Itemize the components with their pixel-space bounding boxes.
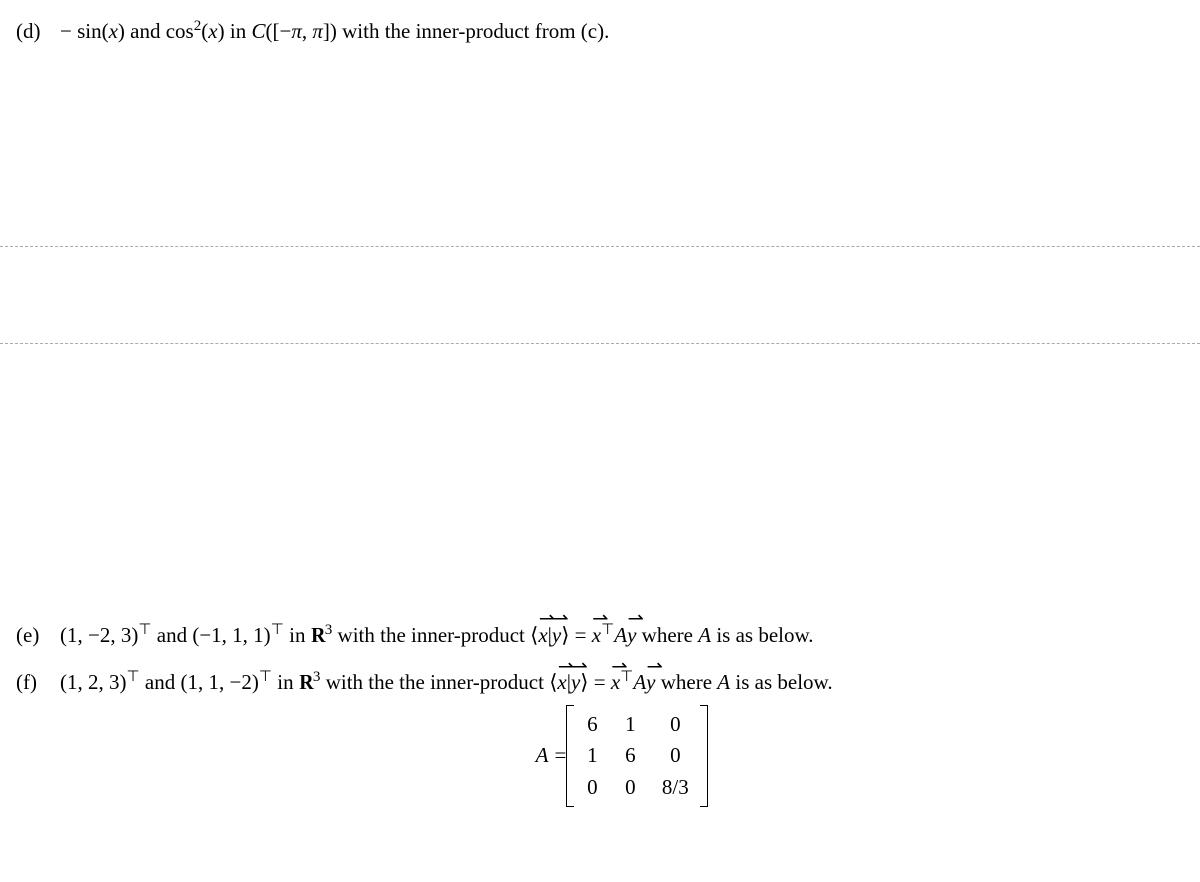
text: ) and cos <box>118 19 194 43</box>
matrix-cell: 0 <box>656 740 694 772</box>
text: ]) with the inner-product from (c). <box>323 19 609 43</box>
matrix-a: A <box>717 670 730 694</box>
vector-y: y <box>571 667 580 699</box>
reals-symbol: R <box>311 620 325 652</box>
bottom-problems: (e) (1, −2, 3)⊤ and (−1, 1, 1)⊤ in R3 wi… <box>0 344 1200 816</box>
vector-y: y <box>552 620 561 652</box>
vector: (1, 2, 3) <box>60 670 127 694</box>
text: ) in <box>218 19 252 43</box>
vector: (1, 1, −2) <box>181 670 259 694</box>
vector-x: x <box>592 620 601 652</box>
matrix: 6 1 0 1 6 0 0 0 8/3 <box>566 705 708 808</box>
problem-f-label: (f) <box>16 667 60 807</box>
text: and <box>140 670 181 694</box>
gap <box>0 56 1200 246</box>
vector-y: y <box>627 620 636 652</box>
matrix-label: A <box>536 740 549 772</box>
text: where <box>636 623 698 647</box>
problem-d-section: (d) − sin(x) and cos2(x) in C([−π, π]) w… <box>0 0 1200 56</box>
vector: (−1, 1, 1) <box>192 623 270 647</box>
transpose: ⊤ <box>138 622 151 638</box>
bracket-left-icon <box>566 705 574 808</box>
text: ([− <box>265 19 291 43</box>
var-c: C <box>251 19 265 43</box>
problem-e: (e) (1, −2, 3)⊤ and (−1, 1, 1)⊤ in R3 wi… <box>0 612 1200 660</box>
matrix-row: 6 1 0 <box>580 709 694 741</box>
text: , <box>302 19 313 43</box>
var-x: x <box>208 19 217 43</box>
text: with the inner-product ⟨ <box>332 623 538 647</box>
text: in <box>272 670 299 694</box>
matrix-a: A <box>614 623 627 647</box>
problem-f: (f) (1, 2, 3)⊤ and (1, 1, −2)⊤ in R3 wit… <box>0 659 1200 815</box>
text: in <box>284 623 311 647</box>
gap <box>0 247 1200 343</box>
transpose: ⊤ <box>271 622 284 638</box>
vector-y: y <box>646 667 655 699</box>
matrix-cell: 0 <box>580 772 604 804</box>
problem-f-body: (1, 2, 3)⊤ and (1, 1, −2)⊤ in R3 with th… <box>60 667 1184 807</box>
reals-symbol: R <box>299 667 313 699</box>
var-x: x <box>109 19 118 43</box>
matrix-cell: 1 <box>618 709 642 741</box>
problem-e-label: (e) <box>16 620 60 652</box>
matrix-cell: 8/3 <box>656 772 694 804</box>
problem-d: (d) − sin(x) and cos2(x) in C([−π, π]) w… <box>0 8 1200 56</box>
matrix-a: A <box>698 623 711 647</box>
matrix-cell: 1 <box>580 740 604 772</box>
transpose: ⊤ <box>127 669 140 685</box>
problem-e-body: (1, −2, 3)⊤ and (−1, 1, 1)⊤ in R3 with t… <box>60 620 1184 652</box>
matrix-cell: 6 <box>580 709 604 741</box>
problem-d-body: − sin(x) and cos2(x) in C([−π, π]) with … <box>60 16 1184 48</box>
bracket-right-icon <box>700 705 708 808</box>
vector-x: x <box>538 620 547 652</box>
vector-x: x <box>557 667 566 699</box>
pi: π <box>291 19 302 43</box>
matrix-cell: 0 <box>656 709 694 741</box>
matrix-row: 0 0 8/3 <box>580 772 694 804</box>
matrix-a: A <box>633 670 646 694</box>
text: and <box>152 623 193 647</box>
transpose: ⊤ <box>259 669 272 685</box>
text: with the the inner-product ⟨ <box>320 670 557 694</box>
matrix-rows: 6 1 0 1 6 0 0 0 8/3 <box>574 705 700 808</box>
text: is as below. <box>730 670 832 694</box>
text: is as below. <box>711 623 813 647</box>
problem-d-label: (d) <box>16 16 60 48</box>
vector-x: x <box>611 667 620 699</box>
text: where <box>655 670 717 694</box>
equals: = <box>554 740 566 772</box>
matrix-row: 1 6 0 <box>580 740 694 772</box>
vector: (1, −2, 3) <box>60 623 138 647</box>
pi: π <box>312 19 323 43</box>
matrix-definition: A = 6 1 0 1 6 0 <box>60 705 1184 808</box>
matrix-cell: 6 <box>618 740 642 772</box>
text: − sin( <box>60 19 109 43</box>
matrix-cell: 0 <box>618 772 642 804</box>
